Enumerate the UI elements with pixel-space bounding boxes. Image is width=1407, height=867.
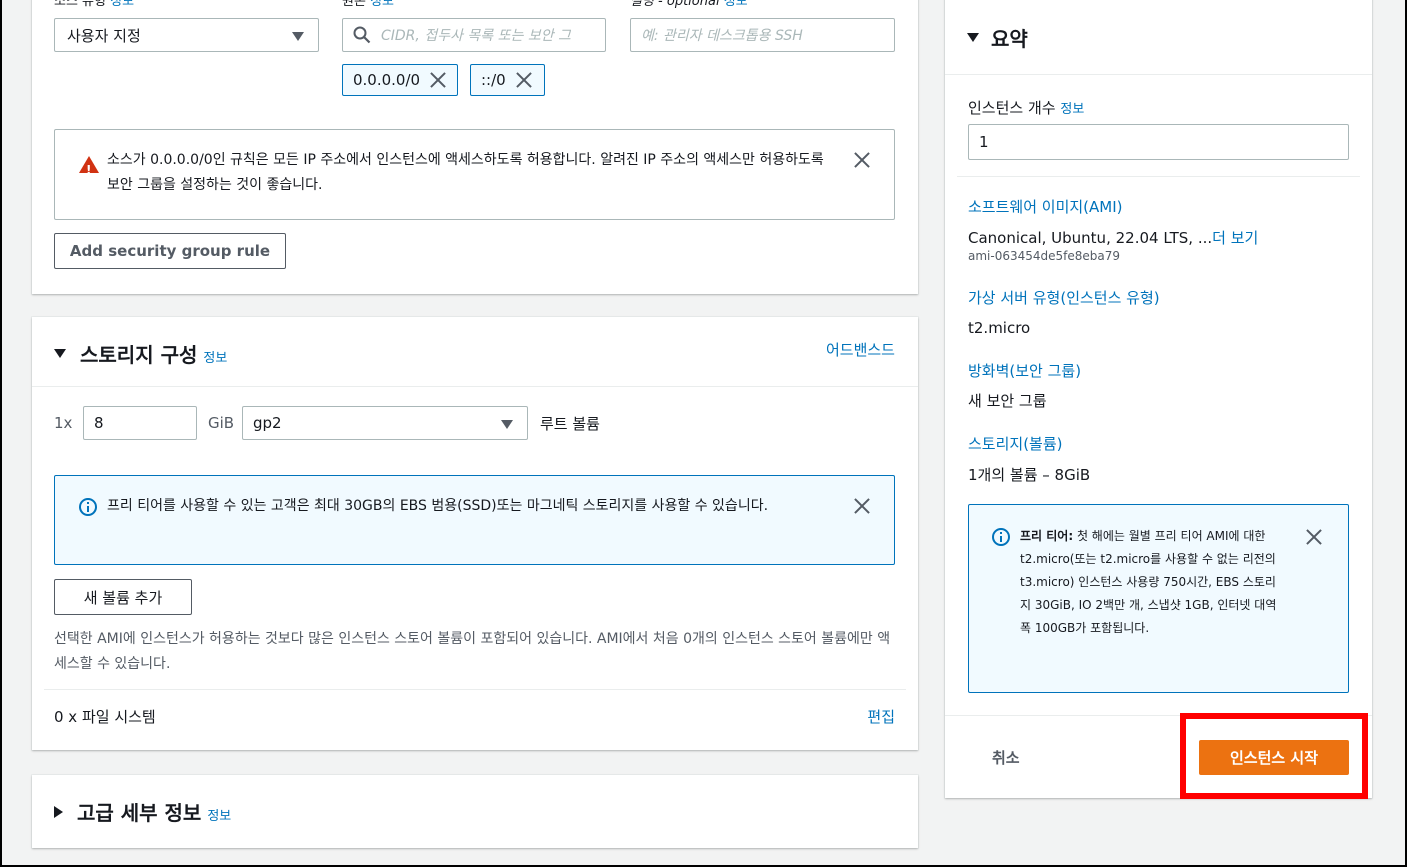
free-tier-summary-info: 프리 티어: 첫 해에는 월별 프리 티어 AMI에 대한 t2.micro(또…	[968, 504, 1349, 693]
file-systems-edit-link[interactable]: 편집	[867, 706, 895, 727]
instance-store-note: 선택한 AMI에 인스턴스가 허용하는 것보다 많은 인스턴스 스토어 볼륨이 …	[54, 631, 891, 672]
free-tier-summary-text: 프리 티어: 첫 해에는 월별 프리 티어 AMI에 대한 t2.micro(또…	[1020, 529, 1277, 635]
storage-panel: 스토리지 구성 정보 어드밴스드 1x 8 GiB gp2 루트 볼륨 프리 티…	[32, 317, 918, 750]
instance-count-label: 인스턴스 개수 정보	[968, 99, 1085, 117]
storage-footer-divider	[44, 689, 906, 690]
source-type-info-link[interactable]: 정보	[110, 0, 134, 9]
storage-advanced-link[interactable]: 어드밴스드	[826, 339, 895, 360]
token-label: ::/0	[481, 71, 506, 89]
instance-count-value: 1	[979, 133, 989, 151]
close-icon[interactable]	[516, 72, 532, 88]
source-search-placeholder: CIDR, 접두사 목록 또는 보안 그	[381, 28, 571, 44]
advanced-details-title: 고급 세부 정보	[77, 801, 202, 825]
ami-id: ami-063454de5fe8eba79	[968, 249, 1121, 263]
file-systems-label: 0 x 파일 시스템	[54, 708, 156, 726]
storage-info-link[interactable]: 정보	[203, 347, 227, 366]
free-tier-storage-info: 프리 티어를 사용할 수 있는 고객은 최대 30GB의 EBS 범용(SSD)…	[54, 475, 895, 565]
source-token-ipv4: 0.0.0.0/0	[342, 64, 458, 96]
collapse-caret-icon[interactable]	[54, 349, 66, 358]
volume-size-value: 8	[94, 414, 104, 432]
source-type-select[interactable]: 사용자 지정	[54, 18, 319, 52]
volume-type-select[interactable]: gp2	[242, 406, 528, 440]
firewall-summary-value: 새 보안 그룹	[968, 392, 1047, 410]
info-icon	[992, 528, 1010, 546]
volume-count-prefix: 1x	[54, 414, 73, 432]
volume-type-value: gp2	[253, 414, 282, 432]
close-icon[interactable]	[1306, 529, 1322, 545]
source-label: 원본 정보	[342, 0, 394, 9]
advanced-details-info-link[interactable]: 정보	[207, 805, 231, 824]
source-type-value: 사용자 지정	[67, 26, 141, 45]
description-placeholder: 예: 관리자 데스크톱용 SSH	[641, 28, 803, 44]
description-info-link[interactable]: 정보	[724, 0, 748, 9]
description-label: 설명 - optional 정보	[630, 0, 748, 9]
firewall-summary-link[interactable]: 방화벽(보안 그룹)	[968, 360, 1081, 381]
summary-panel: 요약 인스턴스 개수 정보 1 소프트웨어 이미지(AMI) Canonical…	[945, 0, 1372, 798]
instance-type-summary-link[interactable]: 가상 서버 유형(인스턴스 유형)	[968, 287, 1160, 308]
close-icon[interactable]	[854, 498, 870, 514]
storage-summary-value: 1개의 볼륨 – 8GiB	[968, 466, 1091, 484]
source-search-input[interactable]: CIDR, 접두사 목록 또는 보안 그	[342, 18, 606, 52]
source-type-label: 소스 유형 정보	[54, 0, 134, 9]
close-icon[interactable]	[430, 72, 446, 88]
ami-summary-link[interactable]: 소프트웨어 이미지(AMI)	[968, 196, 1123, 217]
volume-size-unit: GiB	[208, 414, 235, 432]
add-security-group-rule-button[interactable]: Add security group rule	[54, 233, 286, 269]
root-volume-label: 루트 볼륨	[540, 415, 600, 433]
instance-count-info-link[interactable]: 정보	[1060, 102, 1084, 117]
advanced-details-header[interactable]: 고급 세부 정보 정보	[54, 797, 231, 826]
chevron-down-icon	[501, 420, 513, 429]
source-token-ipv6: ::/0	[470, 64, 545, 96]
open-source-warning: 소스가 0.0.0.0/0인 규칙은 모든 IP 주소에서 인스턴스에 액세스하…	[54, 129, 895, 220]
cancel-button[interactable]: 취소	[992, 747, 1020, 768]
summary-header-divider	[945, 74, 1372, 75]
chevron-down-icon	[292, 32, 304, 41]
storage-header-divider	[32, 386, 918, 387]
close-icon[interactable]	[854, 152, 870, 168]
instance-type-summary-value: t2.micro	[968, 319, 1031, 337]
free-tier-storage-text: 프리 티어를 사용할 수 있는 고객은 최대 30GB의 EBS 범용(SSD)…	[107, 498, 769, 514]
instance-count-input[interactable]: 1	[968, 124, 1349, 160]
storage-title: 스토리지 구성	[80, 343, 198, 367]
collapse-caret-icon[interactable]	[967, 33, 979, 42]
source-info-link[interactable]: 정보	[370, 0, 394, 9]
summary-divider	[957, 176, 1360, 177]
ami-summary-value: Canonical, Ubuntu, 22.04 LTS, ...더 보기	[968, 229, 1259, 247]
advanced-details-panel: 고급 세부 정보 정보	[32, 775, 918, 848]
summary-title: 요약	[991, 27, 1028, 51]
info-icon	[79, 498, 97, 516]
storage-summary-link[interactable]: 스토리지(볼륨)	[968, 433, 1063, 454]
expand-caret-icon[interactable]	[54, 805, 63, 818]
security-group-rule-panel: 소스 유형 정보 원본 정보 설명 - optional 정보 사용자 지정 C…	[32, 0, 918, 294]
storage-header[interactable]: 스토리지 구성 정보	[54, 339, 227, 368]
ami-more-link[interactable]: 더 보기	[1212, 229, 1258, 247]
volume-size-input[interactable]: 8	[83, 406, 197, 440]
search-icon	[353, 26, 371, 44]
summary-header[interactable]: 요약	[967, 23, 1028, 52]
warning-text: 소스가 0.0.0.0/0인 규칙은 모든 IP 주소에서 인스턴스에 액세스하…	[107, 152, 824, 193]
token-label: 0.0.0.0/0	[353, 71, 421, 89]
add-new-volume-button[interactable]: 새 볼륨 추가	[54, 579, 192, 615]
summary-footer-divider	[945, 715, 1372, 716]
launch-instance-button[interactable]: 인스턴스 시작	[1199, 740, 1349, 775]
description-input[interactable]: 예: 관리자 데스크톱용 SSH	[630, 18, 895, 52]
warning-icon	[79, 156, 99, 183]
